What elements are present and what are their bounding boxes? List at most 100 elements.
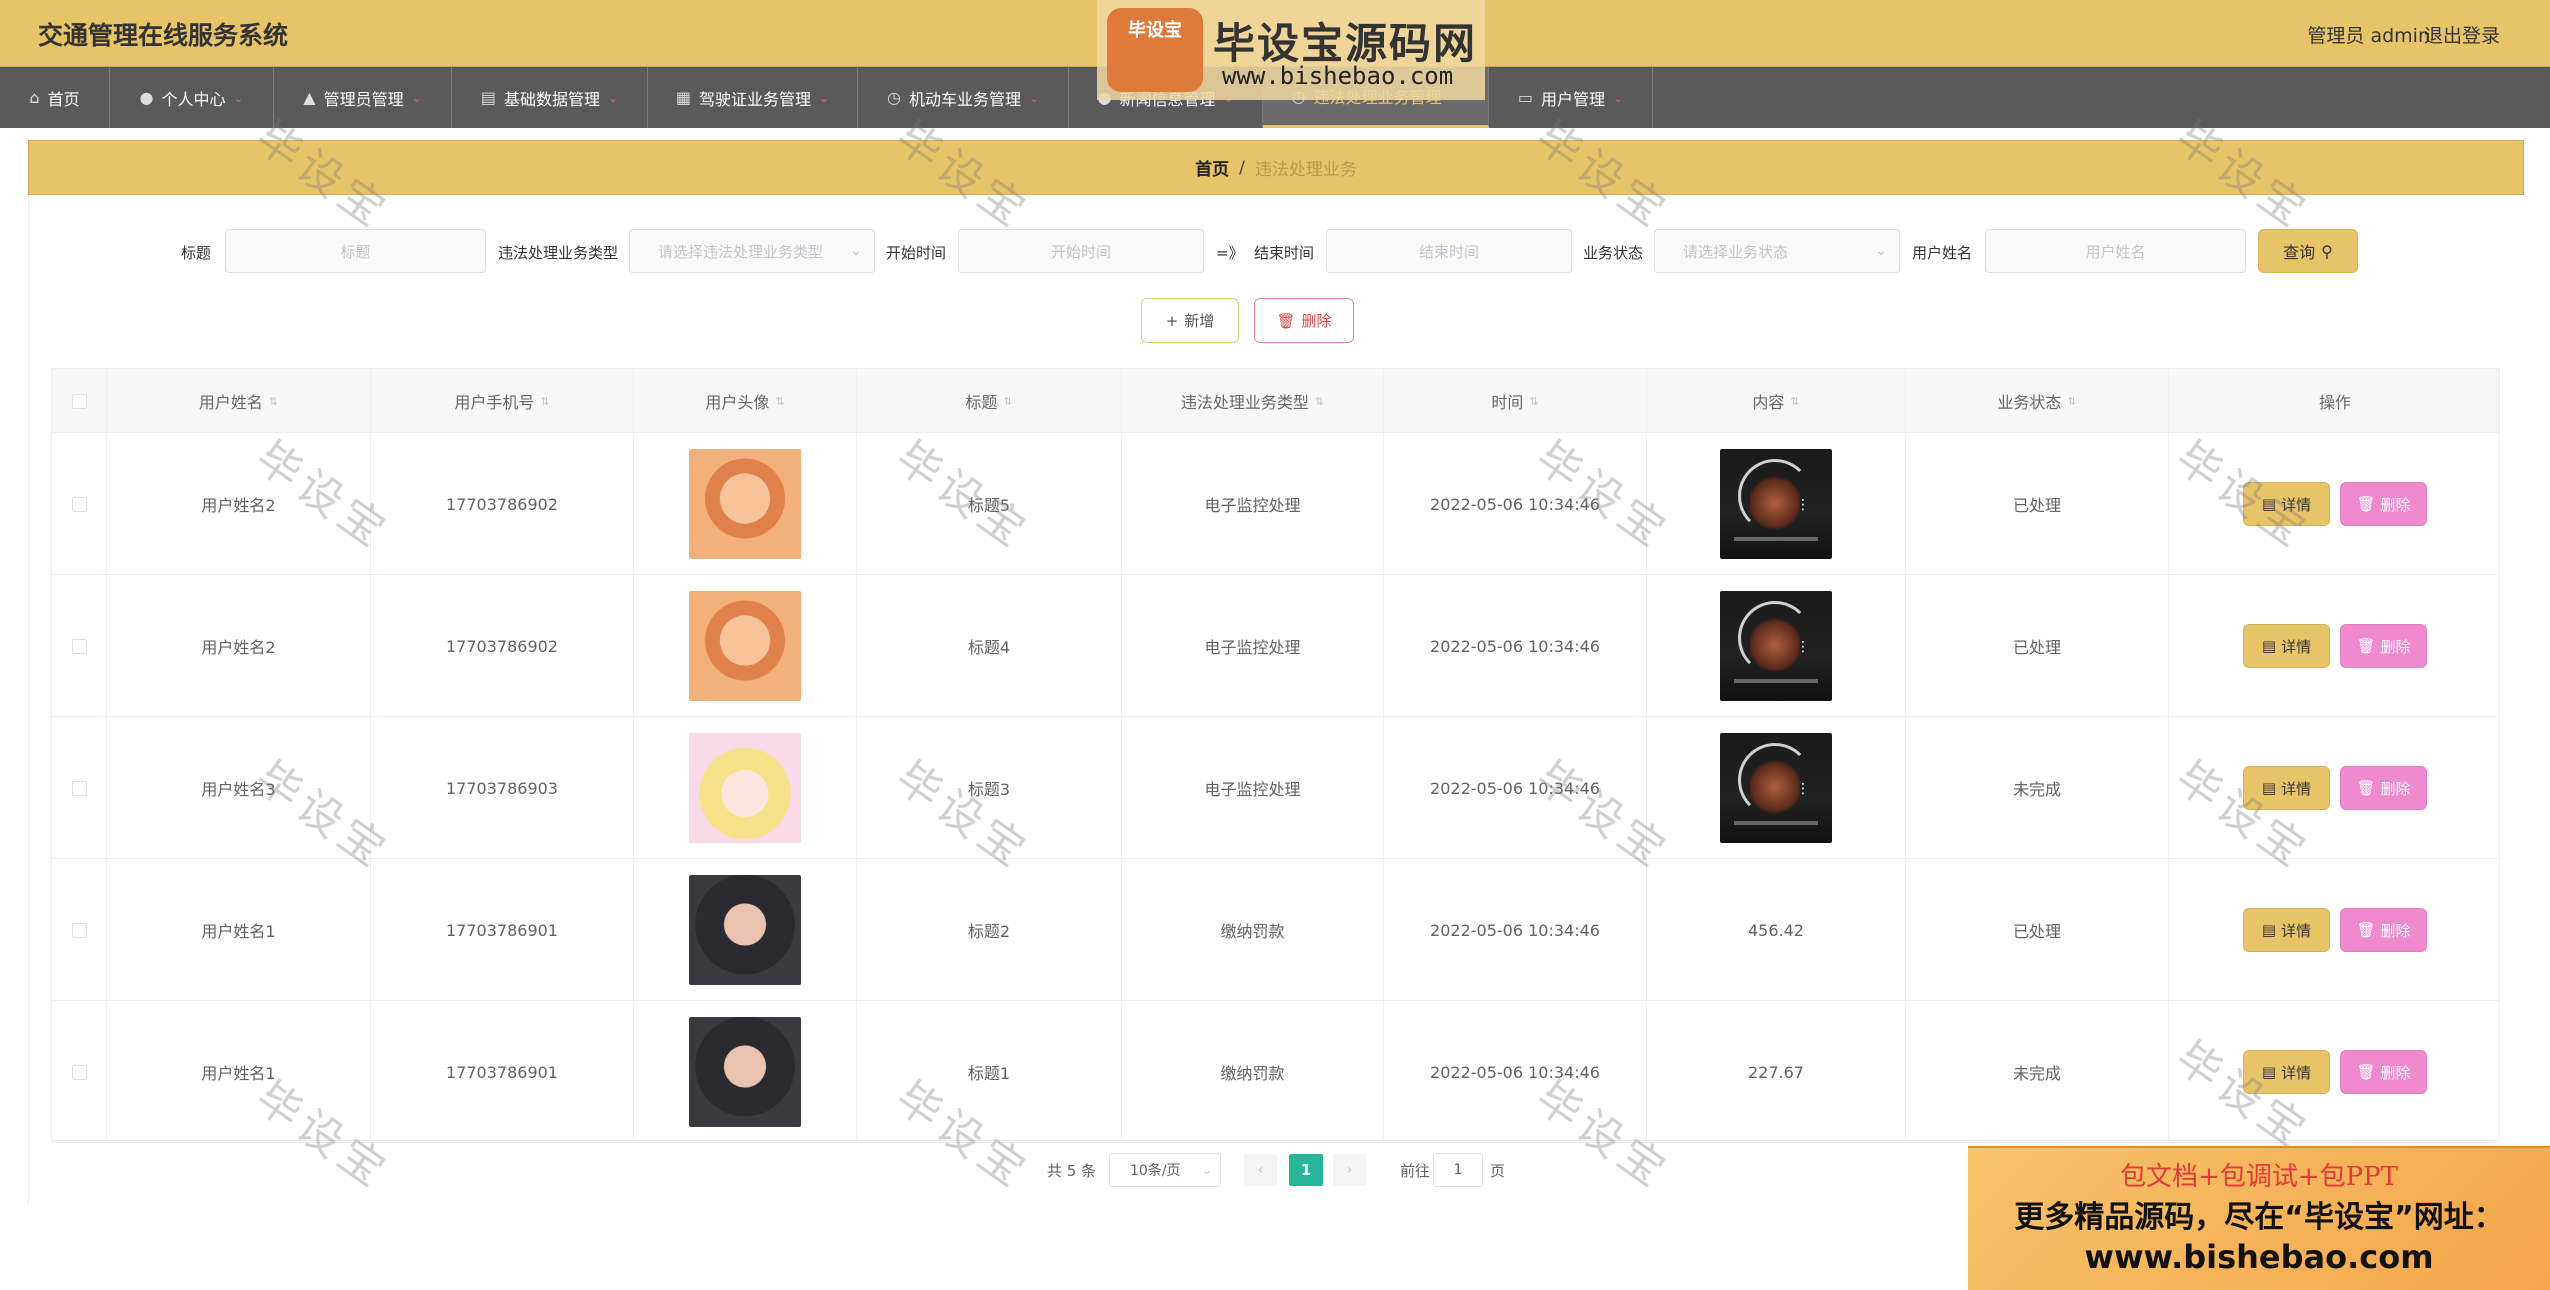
cell-content: ⋮ [1647, 433, 1906, 575]
filter-status-select[interactable]: 请选择业务状态 ⌄ [1654, 229, 1900, 273]
sort-icon[interactable]: ⇅ [269, 395, 278, 408]
row-checkbox[interactable] [71, 496, 87, 512]
query-button[interactable]: 查询 ⚲ [2258, 229, 2358, 273]
col-header-type[interactable]: 违法处理业务类型 ⇅ [1122, 369, 1384, 433]
col-header-title[interactable]: 标题 ⇅ [857, 369, 1122, 433]
sort-icon[interactable]: ⇅ [1003, 395, 1012, 408]
cell-title: 标题1 [857, 1001, 1122, 1143]
prev-page-button[interactable]: ‹ [1244, 1154, 1277, 1186]
detail-button[interactable]: ▤ 详情 [2243, 908, 2330, 952]
cell-phone: 17703786901 [371, 1001, 634, 1143]
row-checkbox[interactable] [71, 922, 87, 938]
document-icon: ▤ [2261, 495, 2277, 513]
nav-home[interactable]: ⌂ 首页 [0, 67, 110, 128]
cell-status: 已处理 [1906, 859, 2169, 1001]
page-number-current[interactable]: 1 [1289, 1154, 1323, 1186]
filter-end-input[interactable]: 结束时间 [1326, 229, 1572, 273]
cell-actions: ▤ 详情 🗑 删除 [2169, 1001, 2501, 1143]
nav-base-data[interactable]: ▤ 基础数据管理 ⌄ [452, 67, 648, 128]
nav-license-business[interactable]: ▦ 驾驶证业务管理 ⌄ [648, 67, 858, 128]
delete-button[interactable]: 🗑 删除 [2340, 482, 2427, 526]
chevron-down-icon: ⌄ [850, 243, 862, 259]
cell-status: 未完成 [1906, 717, 2169, 859]
breadcrumb-home[interactable]: 首页 [1195, 155, 1229, 180]
detail-button[interactable]: ▤ 详情 [2243, 482, 2330, 526]
promo-url[interactable]: www.bishebao.com [1968, 1238, 2550, 1276]
cell-type: 缴纳罚款 [1122, 1001, 1384, 1143]
next-page-button[interactable]: › [1333, 1154, 1366, 1186]
more-icon[interactable]: ⋮ [1796, 781, 1810, 797]
sort-icon[interactable]: ⇅ [775, 395, 784, 408]
filter-start-input[interactable]: 开始时间 [958, 229, 1204, 273]
col-header-status[interactable]: 业务状态 ⇅ [1906, 369, 2169, 433]
cell-type: 电子监控处理 [1122, 433, 1384, 575]
range-separator: =》 [1216, 244, 1244, 262]
row-checkbox[interactable] [71, 638, 87, 654]
nav-user-manage[interactable]: ▭ 用户管理 ⌄ [1489, 67, 1653, 128]
detail-button[interactable]: ▤ 详情 [2243, 766, 2330, 810]
col-header-time[interactable]: 时间 ⇅ [1384, 369, 1647, 433]
video-thumbnail[interactable]: ⋮ [1720, 449, 1832, 559]
document-icon: ▤ [2261, 921, 2277, 939]
table-row: 用户姓名1 17703786901 标题2 缴纳罚款 2022-05-06 10… [52, 859, 2499, 1001]
sort-icon[interactable]: ⇅ [2067, 395, 2076, 408]
filter-end-label: 结束时间 [1254, 244, 1315, 262]
detail-button[interactable]: ▤ 详情 [2243, 624, 2330, 668]
batch-delete-button[interactable]: 🗑 删除 [1254, 298, 1354, 343]
filter-type-label: 违法处理业务类型 [498, 244, 619, 262]
table-row: 用户姓名2 17703786902 标题4 电子监控处理 2022-05-06 … [52, 575, 2499, 717]
delete-button[interactable]: 🗑 删除 [2340, 766, 2427, 810]
more-icon[interactable]: ⋮ [1796, 497, 1810, 513]
col-header-content[interactable]: 内容 ⇅ [1647, 369, 1906, 433]
more-icon[interactable]: ⋮ [1796, 639, 1810, 655]
add-button[interactable]: + 新增 [1141, 298, 1239, 343]
nav-label: 用户管理 [1541, 89, 1606, 109]
avatar[interactable] [689, 449, 801, 559]
cell-actions: ▤ 详情 🗑 删除 [2169, 433, 2501, 575]
sort-icon[interactable]: ⇅ [540, 395, 549, 408]
plus-icon: + [1165, 311, 1179, 330]
avatar[interactable] [689, 875, 801, 985]
logo-badge: 毕设宝 [1107, 8, 1203, 92]
filter-username-input[interactable]: 用户姓名 [1985, 229, 2246, 273]
cell-title: 标题5 [857, 433, 1122, 575]
cell-phone: 17703786902 [371, 433, 634, 575]
trash-icon: 🗑 [1276, 311, 1296, 330]
nav-personal-center[interactable]: ● 个人中心 ⌄ [110, 67, 274, 128]
nav-vehicle-business[interactable]: ◷ 机动车业务管理 ⌄ [858, 67, 1069, 128]
cell-actions: ▤ 详情 🗑 删除 [2169, 859, 2501, 1001]
col-header-phone[interactable]: 用户手机号 ⇅ [371, 369, 634, 433]
sort-icon[interactable]: ⇅ [1790, 395, 1799, 408]
avatar[interactable] [689, 1017, 801, 1127]
logout-link[interactable]: 退出登录 [2424, 21, 2500, 48]
filter-type-select[interactable]: 请选择违法处理业务类型 ⌄ [629, 229, 875, 273]
row-checkbox[interactable] [71, 1064, 87, 1080]
nav-label: 机动车业务管理 [908, 89, 1021, 109]
video-thumbnail[interactable]: ⋮ [1720, 733, 1832, 843]
avatar[interactable] [689, 591, 801, 701]
detail-button[interactable]: ▤ 详情 [2243, 1050, 2330, 1094]
sort-icon[interactable]: ⇅ [1529, 395, 1538, 408]
goto-page-input[interactable]: 1 [1433, 1153, 1483, 1187]
nav-label: 个人中心 [161, 89, 226, 109]
video-thumbnail[interactable]: ⋮ [1720, 591, 1832, 701]
col-header-avatar[interactable]: 用户头像 ⇅ [634, 369, 857, 433]
promo-banner: 包文档+包调试+包PPT 更多精品源码，尽在“毕设宝”网址： www.bishe… [1968, 1146, 2550, 1290]
col-header-name[interactable]: 用户姓名 ⇅ [107, 369, 371, 433]
delete-button[interactable]: 🗑 删除 [2340, 908, 2427, 952]
filter-title-input[interactable]: 标题 [225, 229, 486, 273]
pagination-total: 共 5 条 [1047, 1162, 1097, 1180]
delete-button[interactable]: 🗑 删除 [2340, 1050, 2427, 1094]
avatar[interactable] [689, 733, 801, 843]
cell-avatar [634, 1001, 857, 1143]
chevron-down-icon: ⌄ [608, 90, 619, 105]
chevron-down-icon: ⌄ [1875, 243, 1887, 259]
page-size-select[interactable]: 10条/页 ⌄ [1109, 1153, 1221, 1187]
cell-content: ⋮ [1647, 717, 1906, 859]
nav-admin-manage[interactable]: ▲ 管理员管理 ⌄ [274, 67, 452, 128]
delete-button[interactable]: 🗑 删除 [2340, 624, 2427, 668]
select-all-checkbox[interactable] [71, 393, 87, 409]
table-header: 用户姓名 ⇅ 用户手机号 ⇅ 用户头像 ⇅ 标题 ⇅ 违法处理业务类型 ⇅ 时间 ⇅ 内容 ⇅… [52, 369, 2499, 433]
row-checkbox[interactable] [71, 780, 87, 796]
sort-icon[interactable]: ⇅ [1315, 395, 1324, 408]
